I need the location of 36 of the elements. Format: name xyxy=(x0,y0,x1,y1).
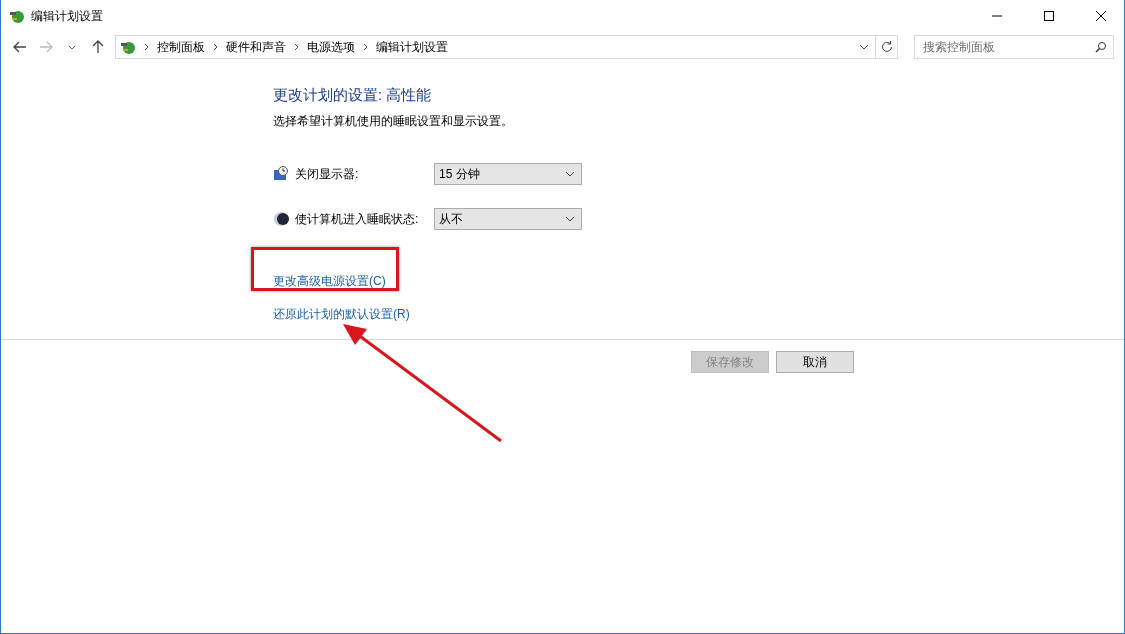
page-description: 选择希望计算机使用的睡眠设置和显示设置。 xyxy=(273,113,514,130)
power-plug-icon xyxy=(120,39,136,55)
dropdown-select[interactable]: 15 分钟 xyxy=(434,163,582,185)
breadcrumb-item[interactable]: 硬件和声音 xyxy=(226,38,286,56)
up-arrow-icon xyxy=(92,40,104,54)
close-icon xyxy=(1096,11,1106,21)
chevron-icon xyxy=(144,43,149,51)
caret-icon xyxy=(68,44,76,50)
right-arrow-icon xyxy=(39,41,53,53)
breadcrumb-item[interactable]: 编辑计划设置 xyxy=(376,38,448,56)
link[interactable]: 更改高级电源设置(C) xyxy=(273,274,386,288)
address-dropdown-icon xyxy=(859,44,869,50)
page-heading: 更改计划的设置: 高性能 xyxy=(273,86,433,105)
setting-label: 使计算机进入睡眠状态: xyxy=(295,210,420,228)
address-bar[interactable]: 控制面板 硬件和声音 电源选项 编辑计划设置 xyxy=(115,35,876,59)
refresh-icon xyxy=(880,41,893,53)
chevron-icon xyxy=(294,43,299,51)
dropdown-select[interactable]: 从不 xyxy=(434,208,582,230)
dialog-button[interactable]: 取消 xyxy=(776,351,854,373)
search-icon xyxy=(1095,41,1107,53)
link[interactable]: 还原此计划的默认设置(R) xyxy=(273,307,410,321)
dropdown-caret-icon xyxy=(565,216,575,222)
moon-icon xyxy=(273,211,289,227)
setting-label: 关闭显示器: xyxy=(295,165,360,183)
refresh-button[interactable] xyxy=(876,35,898,59)
breadcrumb-item[interactable]: 控制面板 xyxy=(157,38,205,56)
dropdown-caret-icon xyxy=(565,171,575,177)
breadcrumb-item[interactable]: 电源选项 xyxy=(307,38,355,56)
window-title: 编辑计划设置 xyxy=(31,7,104,25)
monitor-clock-icon xyxy=(273,166,289,182)
power-plug-icon xyxy=(9,8,25,24)
maximize-icon xyxy=(1044,11,1054,21)
left-arrow-icon xyxy=(13,41,27,53)
chevron-icon xyxy=(213,43,218,51)
search-field[interactable]: 搜索控制面板 xyxy=(914,35,1114,59)
chevron-icon xyxy=(363,43,368,51)
